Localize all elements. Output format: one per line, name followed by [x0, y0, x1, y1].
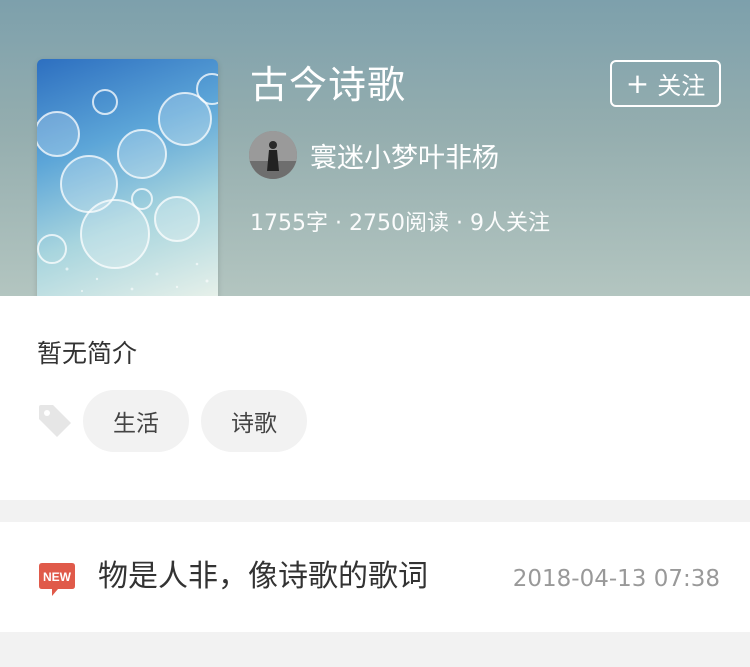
plus-icon: + [625, 66, 650, 100]
collection-stats: 1755字 · 2750阅读 · 9人关注 [250, 208, 550, 240]
collection-header: 古今诗歌 + 关注 寰迷小梦叶非杨 1755字 · 2750阅读 · 9人关注 [0, 0, 750, 296]
follower-count: 9人关注 [470, 211, 550, 236]
word-count: 1755字 [250, 211, 328, 236]
collection-intro: 暂无简介 [37, 339, 138, 368]
new-badge-icon: NEW [37, 560, 77, 604]
collection-title: 古今诗歌 [250, 63, 407, 107]
author-link[interactable]: 寰迷小梦叶非杨 [249, 131, 499, 179]
article-timestamp: 2018-04-13 07:38 [512, 566, 720, 592]
collection-cover-image [37, 59, 218, 296]
read-count: 2750阅读 [349, 211, 449, 236]
collection-info-panel: 暂无简介 生活 诗歌 [0, 296, 750, 500]
tag-chip[interactable]: 生活 [83, 390, 189, 452]
author-name: 寰迷小梦叶非杨 [310, 142, 499, 174]
tag-icon [36, 402, 74, 444]
new-badge-text: NEW [43, 570, 72, 584]
stats-separator: · [456, 211, 463, 236]
follow-button[interactable]: + 关注 [610, 60, 721, 107]
tag-chip[interactable]: 诗歌 [201, 390, 307, 452]
article-list-item[interactable]: NEW 物是人非，像诗歌的歌词 2018-04-13 07:38 [0, 522, 750, 632]
article-title[interactable]: 物是人非，像诗歌的歌词 [98, 556, 428, 598]
stats-separator: · [335, 211, 342, 236]
avatar [249, 131, 297, 179]
follow-label: 关注 [657, 72, 706, 100]
